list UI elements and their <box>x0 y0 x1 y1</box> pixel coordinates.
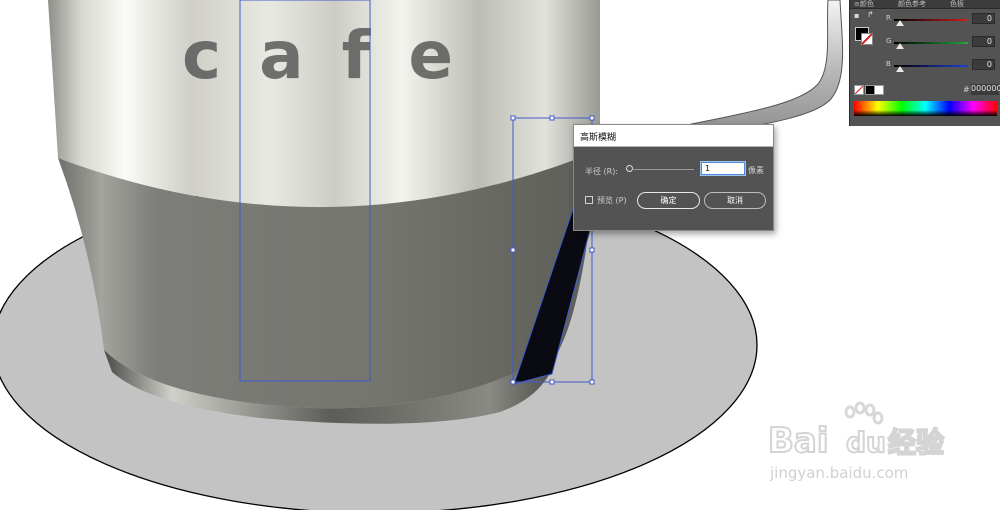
stroke-swatch[interactable] <box>861 33 873 45</box>
red-channel-label: R <box>886 14 891 22</box>
tab-swatches[interactable]: 色板 <box>950 0 964 9</box>
watermark-url: jingyan.baidu.com <box>769 464 908 482</box>
red-value-field[interactable]: 0 <box>972 13 995 24</box>
cup-logo-text: cafe <box>182 17 491 94</box>
dialog-title: 高斯模糊 <box>580 133 617 143</box>
gaussian-blur-dialog: 高斯模糊 半径 (R): 1 像素 预览 (P) 确定 取消 <box>573 124 774 231</box>
white-swatch[interactable] <box>874 85 884 95</box>
baidu-jingyan-watermark: Bai du 经验 jingyan.baidu.com <box>768 401 945 482</box>
radius-input[interactable]: 1 <box>700 161 746 176</box>
blue-slider[interactable] <box>894 65 968 67</box>
preview-checkbox[interactable] <box>585 196 593 204</box>
color-panel: ≡颜色 颜色参考 色板 ▪ ↱ R 0 G 0 B 0 # 000000 <box>849 0 1000 126</box>
radius-label: 半径 (R): <box>585 167 619 176</box>
none-swatch[interactable] <box>854 85 864 95</box>
blue-value-field[interactable]: 0 <box>972 59 995 70</box>
handle-br <box>589 379 595 385</box>
baidu-paw-icon <box>844 401 884 425</box>
red-slider[interactable] <box>894 19 968 21</box>
watermark-brand-left: Bai <box>768 421 829 461</box>
panel-tab-bar: ≡颜色 颜色参考 色板 <box>850 0 1000 9</box>
tab-color[interactable]: ≡颜色 <box>854 0 874 9</box>
radius-unit-label: 像素 <box>748 166 764 175</box>
hex-symbol: # <box>963 85 970 94</box>
watermark-brand-right: du <box>846 426 886 459</box>
swap-colors-icon[interactable]: ↱ <box>867 10 874 19</box>
radius-slider[interactable] <box>632 169 694 170</box>
handle-tr <box>589 115 595 121</box>
green-slider[interactable] <box>894 42 968 44</box>
handle-tm <box>549 115 555 121</box>
red-slider-thumb[interactable] <box>896 20 904 26</box>
default-colors-icon[interactable]: ▪ <box>854 11 859 20</box>
handle-bm <box>549 379 555 385</box>
green-slider-thumb[interactable] <box>896 43 904 49</box>
color-spectrum-ramp[interactable] <box>854 101 997 116</box>
handle-bl <box>510 379 516 385</box>
cup-handle[interactable] <box>671 0 844 141</box>
handle-ml <box>510 247 516 253</box>
green-channel-label: G <box>886 37 892 45</box>
watermark-brand-suffix: 经验 <box>888 426 944 459</box>
tab-color-guide[interactable]: 颜色参考 <box>898 0 926 9</box>
blue-channel-label: B <box>886 60 891 68</box>
preview-label[interactable]: 预览 (P) <box>597 195 627 206</box>
ok-button[interactable]: 确定 <box>637 192 700 209</box>
blue-slider-thumb[interactable] <box>896 66 904 72</box>
green-value-field[interactable]: 0 <box>972 36 995 47</box>
cancel-button[interactable]: 取消 <box>704 192 766 209</box>
hex-value-field[interactable]: 000000 <box>971 84 1000 95</box>
dialog-titlebar[interactable]: 高斯模糊 <box>574 125 773 147</box>
handle-tl <box>510 115 516 121</box>
handle-mr <box>589 247 595 253</box>
